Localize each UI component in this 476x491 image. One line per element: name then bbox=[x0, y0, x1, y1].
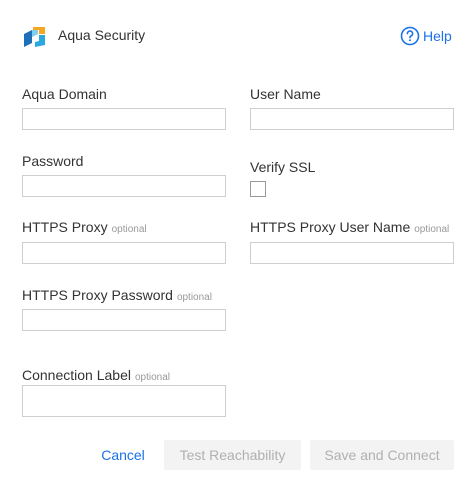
https-proxy-user-name-label: HTTPS Proxy User Name optional bbox=[250, 219, 449, 235]
https-proxy-input[interactable] bbox=[22, 242, 226, 264]
https-proxy-user-name-label-text: HTTPS Proxy User Name bbox=[250, 219, 411, 235]
password-input[interactable] bbox=[22, 175, 226, 197]
optional-hint: optional bbox=[176, 292, 212, 303]
verify-ssl-checkbox[interactable] bbox=[250, 181, 266, 197]
save-and-connect-button[interactable]: Save and Connect bbox=[310, 440, 454, 470]
https-proxy-password-label-text: HTTPS Proxy Password bbox=[22, 287, 173, 303]
connection-label-label: Connection Label optional bbox=[22, 367, 170, 383]
password-label: Password bbox=[22, 153, 84, 169]
optional-hint: optional bbox=[111, 224, 147, 235]
https-proxy-password-label: HTTPS Proxy Password optional bbox=[22, 287, 212, 303]
test-reachability-button[interactable]: Test Reachability bbox=[164, 440, 301, 470]
connection-label-label-text: Connection Label bbox=[22, 367, 131, 383]
optional-hint: optional bbox=[414, 224, 450, 235]
verify-ssl-label: Verify SSL bbox=[250, 159, 316, 175]
user-name-input[interactable] bbox=[250, 108, 454, 130]
https-proxy-label: HTTPS Proxy optional bbox=[22, 219, 147, 235]
app-title: Aqua Security bbox=[58, 27, 146, 43]
aqua-domain-label: Aqua Domain bbox=[22, 86, 107, 102]
connection-label-input[interactable] bbox=[22, 385, 226, 417]
user-name-label: User Name bbox=[250, 86, 321, 102]
aqua-domain-input[interactable] bbox=[22, 108, 226, 130]
optional-hint: optional bbox=[134, 372, 171, 383]
help-link[interactable]: Help bbox=[400, 25, 452, 47]
cancel-button[interactable]: Cancel bbox=[98, 444, 148, 466]
help-circle-icon bbox=[400, 26, 420, 46]
help-label: Help bbox=[423, 28, 452, 44]
https-proxy-label-text: HTTPS Proxy bbox=[22, 219, 108, 235]
https-proxy-password-input[interactable] bbox=[22, 309, 226, 331]
aqua-logo-icon bbox=[22, 25, 46, 49]
https-proxy-user-name-input[interactable] bbox=[250, 242, 454, 264]
